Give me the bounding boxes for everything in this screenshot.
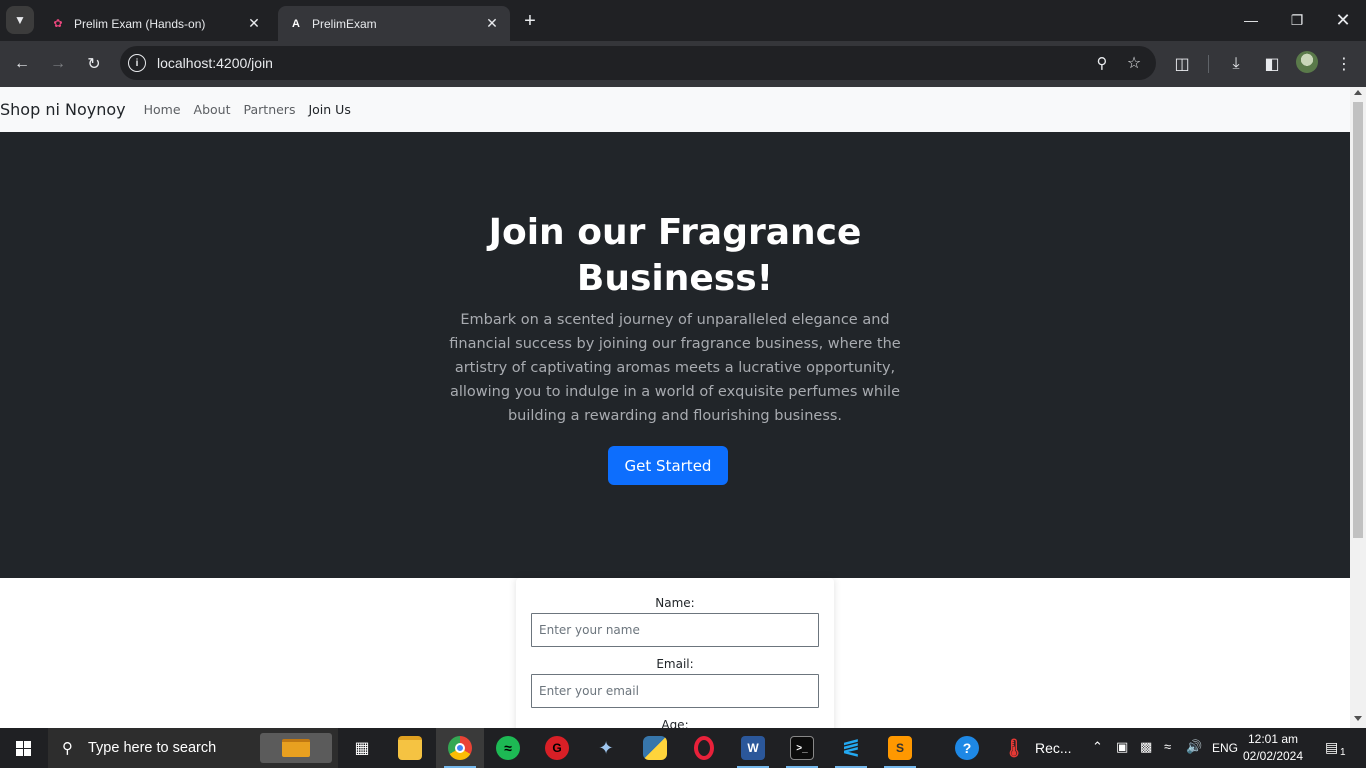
clock-time: 12:01 am [1247,732,1299,746]
page-viewport: Shop ni Noynoy Home About Partners Join … [0,87,1350,728]
tab-title: Prelim Exam (Hands-on) [74,16,206,31]
download-icon[interactable]: ⤓ [1222,50,1250,78]
close-window-icon[interactable]: ✕ [1320,0,1366,40]
show-hidden-icons-chevron-icon[interactable]: ⌃ [1092,739,1103,755]
nav-link-join-us[interactable]: Join Us [308,102,350,117]
close-tab-icon[interactable]: ✕ [246,15,262,32]
help-icon[interactable]: ? [943,728,991,768]
weather-thermometer-icon[interactable]: 🌡 [990,728,1038,768]
toolbar-divider [1208,55,1209,73]
search-icon: ⚲ [62,740,73,757]
site-navbar: Shop ni Noynoy Home About Partners Join … [0,87,1350,132]
file-explorer-icon[interactable] [386,728,434,768]
chrome-icon[interactable] [436,728,484,768]
notification-count-badge: 1 [1340,747,1346,758]
garena-icon[interactable]: G [533,728,581,768]
sublime-text-icon[interactable]: S [876,728,924,768]
notification-center-icon[interactable]: ▤ [1325,739,1338,756]
scroll-up-arrow-icon[interactable] [1354,90,1362,95]
zoom-magnifier-icon[interactable]: ⚲ [1090,51,1114,75]
taskbar-search[interactable]: ⚲ Type here to search [48,728,338,768]
device-tray-icon[interactable]: ▣ [1116,739,1128,755]
address-bar[interactable]: i localhost:4200/join ⚲ ☆ [120,46,1156,80]
nav-link-about[interactable]: About [194,102,231,117]
page-scrollbar[interactable] [1350,87,1366,728]
name-label: Name: [655,596,695,610]
hero-section: Join our Fragrance Business! Embark on a… [0,132,1350,578]
windows-taskbar: ⚲ Type here to search ▦ ≈ G ✦ W >_ ⪛ S ?… [0,728,1366,768]
hero-title: Join our Fragrance Business! [488,212,862,299]
url-text[interactable]: localhost:4200/join [157,55,273,71]
email-input[interactable]: Enter your email [531,674,819,708]
vscode-icon[interactable]: ⪛ [827,728,875,768]
site-info-icon[interactable]: i [128,54,146,72]
browser-toolbar: ← → ↻ i localhost:4200/join ⚲ ☆ ◫ ⤓ ◧ ⋮ [0,41,1366,87]
taskbar-search-placeholder: Type here to search [88,740,217,756]
wifi-icon[interactable]: ≈ [1164,739,1171,754]
back-arrow-icon[interactable]: ← [8,50,36,78]
start-button[interactable] [0,728,47,768]
python-icon[interactable] [631,728,679,768]
brand-link[interactable]: Shop ni Noynoy [0,100,126,119]
get-started-button[interactable]: Get Started [608,446,728,485]
language-indicator[interactable]: ENG [1212,741,1238,755]
new-tab-plus-icon[interactable]: + [518,9,542,33]
tab-prelimexam[interactable]: A PrelimExam ✕ [278,6,510,41]
windows-logo-icon [16,740,31,756]
hero-description: Embark on a scented journey of unparalle… [449,312,901,424]
profile-avatar[interactable] [1296,51,1318,73]
task-view-icon[interactable]: ▦ [338,728,386,768]
tab-title: PrelimExam [312,16,377,31]
minimize-window-icon[interactable]: — [1228,0,1274,40]
forward-arrow-icon[interactable]: → [44,50,72,78]
opera-icon[interactable] [680,728,728,768]
browser-tab-strip: ▼ ✿ Prelim Exam (Hands-on) ✕ A PrelimExa… [0,0,1366,41]
tab-prelim-exam-hands-on[interactable]: ✿ Prelim Exam (Hands-on) ✕ [40,6,272,41]
word-icon[interactable]: W [729,728,777,768]
name-input[interactable]: Enter your name [531,613,819,647]
search-highlight-briefcase-icon[interactable] [260,733,332,763]
weather-status-text[interactable]: Rec... [1035,740,1072,756]
menu-kebab-icon[interactable]: ⋮ [1330,50,1358,78]
bookmark-star-icon[interactable]: ☆ [1122,51,1146,75]
scroll-thumb[interactable] [1353,102,1363,538]
clock-date: 02/02/2024 [1242,749,1304,763]
spotify-icon[interactable]: ≈ [484,728,532,768]
extensions-puzzle-icon[interactable]: ◫ [1168,50,1196,78]
close-tab-icon[interactable]: ✕ [484,15,500,32]
taskbar-clock[interactable]: 12:01 am 02/02/2024 [1238,731,1308,765]
email-label: Email: [656,657,694,671]
pinwheel-icon: ✿ [53,18,63,30]
reload-icon[interactable]: ↻ [80,50,108,78]
nav-link-home[interactable]: Home [144,102,181,117]
orbit-app-icon[interactable]: ✦ [582,728,630,768]
scroll-down-arrow-icon[interactable] [1354,716,1362,721]
nav-link-partners[interactable]: Partners [244,102,296,117]
side-panel-icon[interactable]: ◧ [1258,50,1286,78]
volume-icon[interactable]: 🔊 [1186,739,1202,755]
terminal-icon[interactable]: >_ [778,728,826,768]
join-form: Name: Enter your name Email: Enter your … [516,578,834,728]
angular-icon: A [292,17,300,30]
restore-window-icon[interactable]: ❐ [1274,0,1320,40]
battery-icon[interactable]: ▩ [1140,739,1152,755]
age-label: Age: [661,718,689,728]
tab-search-chevron-icon[interactable]: ▼ [6,6,34,34]
